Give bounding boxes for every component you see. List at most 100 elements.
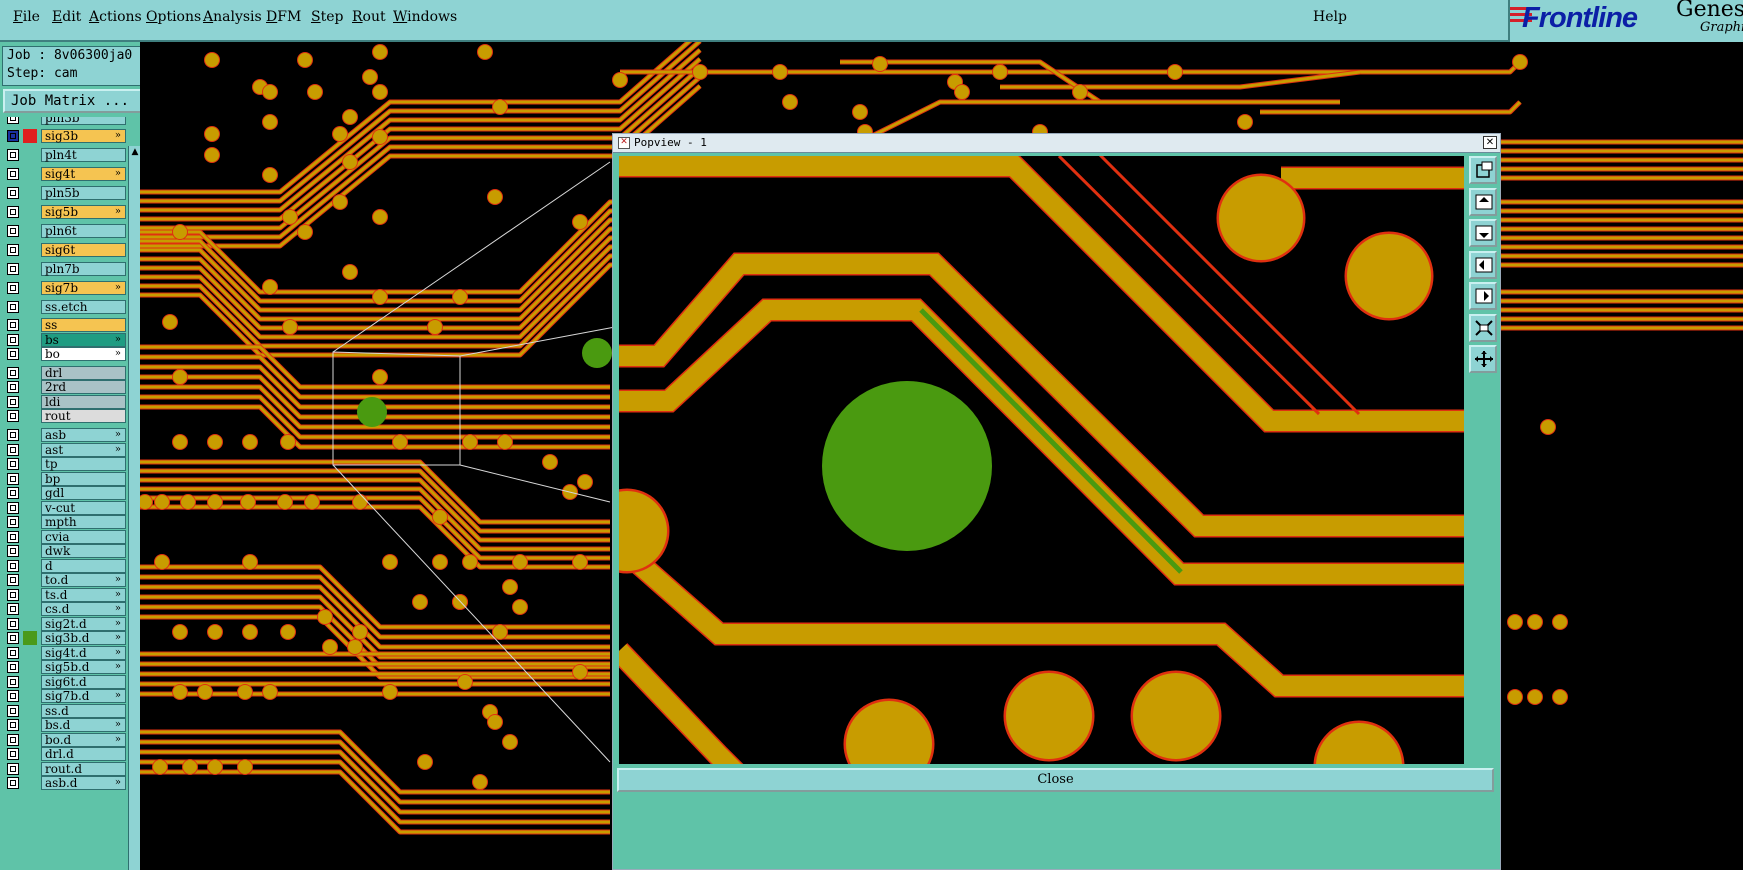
layer-name[interactable]: ss.d: [41, 704, 126, 718]
layer-checkbox[interactable]: [7, 676, 19, 688]
layer-name[interactable]: v-cut: [41, 501, 126, 515]
layer-row-bo[interactable]: bo »: [4, 347, 126, 361]
layer-name[interactable]: ss: [41, 318, 126, 332]
layer-row-sig4t-d[interactable]: sig4t.d »: [4, 646, 126, 660]
layer-checkbox[interactable]: [7, 647, 19, 659]
layer-name[interactable]: bo.d »: [41, 733, 126, 747]
layer-checkbox[interactable]: [7, 502, 19, 514]
layer-checkbox[interactable]: [7, 367, 19, 379]
layer-name[interactable]: sig4t »: [41, 167, 126, 181]
layer-checkbox[interactable]: [7, 705, 19, 717]
layer-row-bp[interactable]: bp: [4, 472, 126, 486]
zoom-home-icon[interactable]: [1469, 156, 1497, 184]
layer-checkbox[interactable]: [7, 690, 19, 702]
layer-name[interactable]: rout.d: [41, 762, 126, 776]
layer-row-ldi[interactable]: ldi: [4, 395, 126, 409]
layer-checkbox[interactable]: [7, 244, 19, 256]
layer-checkbox[interactable]: [7, 319, 19, 331]
layer-name[interactable]: sig3b »: [41, 129, 126, 143]
menu-windows[interactable]: Windows: [390, 8, 460, 26]
menu-rout[interactable]: Rout: [349, 8, 389, 26]
layer-name[interactable]: bs »: [41, 333, 126, 347]
layer-row-rout[interactable]: rout: [4, 409, 126, 423]
layer-row-bo-d[interactable]: bo.d »: [4, 733, 126, 747]
layer-row-ast[interactable]: ast »: [4, 443, 126, 457]
menu-edit[interactable]: Edit: [49, 8, 84, 26]
layer-checkbox[interactable]: [7, 618, 19, 630]
pan-left-icon[interactable]: [1469, 250, 1497, 279]
layer-checkbox[interactable]: [7, 589, 19, 601]
layer-checkbox[interactable]: [7, 444, 19, 456]
layer-row-dwk[interactable]: dwk: [4, 544, 126, 558]
layer-name[interactable]: sig5b.d »: [41, 660, 126, 674]
layer-checkbox[interactable]: [7, 777, 19, 789]
layer-checkbox[interactable]: [7, 334, 19, 346]
layer-checkbox[interactable]: [7, 168, 19, 180]
layer-row-ss[interactable]: ss: [4, 318, 126, 332]
layer-checkbox[interactable]: [7, 117, 19, 124]
layer-row-rout-d[interactable]: rout.d: [4, 762, 126, 776]
layer-checkbox[interactable]: [7, 531, 19, 543]
layer-row-asb-d[interactable]: asb.d »: [4, 776, 126, 790]
window-menu-icon[interactable]: ✕: [618, 137, 630, 149]
layer-row-sig5b-d[interactable]: sig5b.d »: [4, 660, 126, 674]
layer-name[interactable]: cs.d »: [41, 602, 126, 616]
menu-analysis[interactable]: Analysis: [200, 8, 265, 26]
layer-name[interactable]: sig5b »: [41, 205, 126, 219]
layer-row-v-cut[interactable]: v-cut: [4, 501, 126, 515]
layer-name[interactable]: drl.d: [41, 747, 126, 761]
layer-name[interactable]: ss.etch: [41, 300, 126, 314]
layer-row-d[interactable]: d: [4, 559, 126, 573]
close-icon[interactable]: ✕: [1483, 136, 1497, 149]
layer-row-sig6t[interactable]: sig6t: [4, 243, 126, 257]
layer-row-cvia[interactable]: cvia: [4, 530, 126, 544]
layer-checkbox[interactable]: [7, 473, 19, 485]
layer-name[interactable]: cvia: [41, 530, 126, 544]
layer-name[interactable]: 2rd: [41, 380, 126, 394]
layer-name[interactable]: pln6t: [41, 224, 126, 238]
layer-row-ts-d[interactable]: ts.d »: [4, 588, 126, 602]
menu-file[interactable]: File: [10, 8, 43, 26]
layer-checkbox[interactable]: [7, 734, 19, 746]
layer-name[interactable]: bo »: [41, 347, 126, 361]
layer-name[interactable]: sig3b.d »: [41, 631, 126, 645]
pan-right-icon[interactable]: [1469, 282, 1497, 310]
menu-actions[interactable]: Actions: [86, 8, 145, 26]
zoom-center-icon[interactable]: [1469, 345, 1497, 373]
layer-checkbox[interactable]: [7, 560, 19, 572]
layer-name[interactable]: ldi: [41, 395, 126, 409]
menu-dfm[interactable]: DFM: [263, 8, 304, 26]
layer-checkbox[interactable]: [7, 149, 19, 161]
layer-row-sig3b-d[interactable]: sig3b.d »: [4, 631, 126, 645]
zoom-fit-icon[interactable]: [1469, 313, 1497, 342]
layer-checkbox[interactable]: [7, 348, 19, 360]
layer-checkbox[interactable]: [7, 516, 19, 528]
menu-help[interactable]: Help: [1310, 8, 1350, 26]
pan-down-icon[interactable]: [1469, 219, 1497, 247]
layer-name[interactable]: ts.d »: [41, 588, 126, 602]
layer-name[interactable]: sig4t.d »: [41, 646, 126, 660]
job-matrix-button[interactable]: Job Matrix ...: [3, 89, 151, 113]
layer-checkbox[interactable]: [7, 429, 19, 441]
layer-name[interactable]: sig6t: [41, 243, 126, 257]
layer-row-asb[interactable]: asb »: [4, 428, 126, 442]
menu-step[interactable]: Step: [308, 8, 346, 26]
layer-name[interactable]: pln3b: [41, 117, 126, 125]
layer-checkbox[interactable]: [7, 545, 19, 557]
layer-checkbox[interactable]: [7, 410, 19, 422]
layer-row-tp[interactable]: tp: [4, 457, 126, 471]
layer-checkbox[interactable]: [7, 396, 19, 408]
layer-name[interactable]: dwk: [41, 544, 126, 558]
layer-row-pln6t[interactable]: pln6t: [4, 224, 126, 238]
layer-row-sig3b[interactable]: sig3b »: [4, 129, 126, 143]
layer-row-drl[interactable]: drl: [4, 366, 126, 380]
layer-checkbox[interactable]: [7, 206, 19, 218]
layer-name[interactable]: sig7b.d »: [41, 689, 126, 703]
popview-titlebar[interactable]: ✕ Popview - 1 ✕: [613, 134, 1500, 153]
layer-checkbox[interactable]: [7, 282, 19, 294]
layer-name[interactable]: asb.d »: [41, 776, 126, 790]
layer-name[interactable]: d: [41, 559, 126, 573]
layer-row-sig2t-d[interactable]: sig2t.d »: [4, 617, 126, 631]
layer-name[interactable]: mpth: [41, 515, 126, 529]
layer-row-bs-d[interactable]: bs.d »: [4, 718, 126, 732]
